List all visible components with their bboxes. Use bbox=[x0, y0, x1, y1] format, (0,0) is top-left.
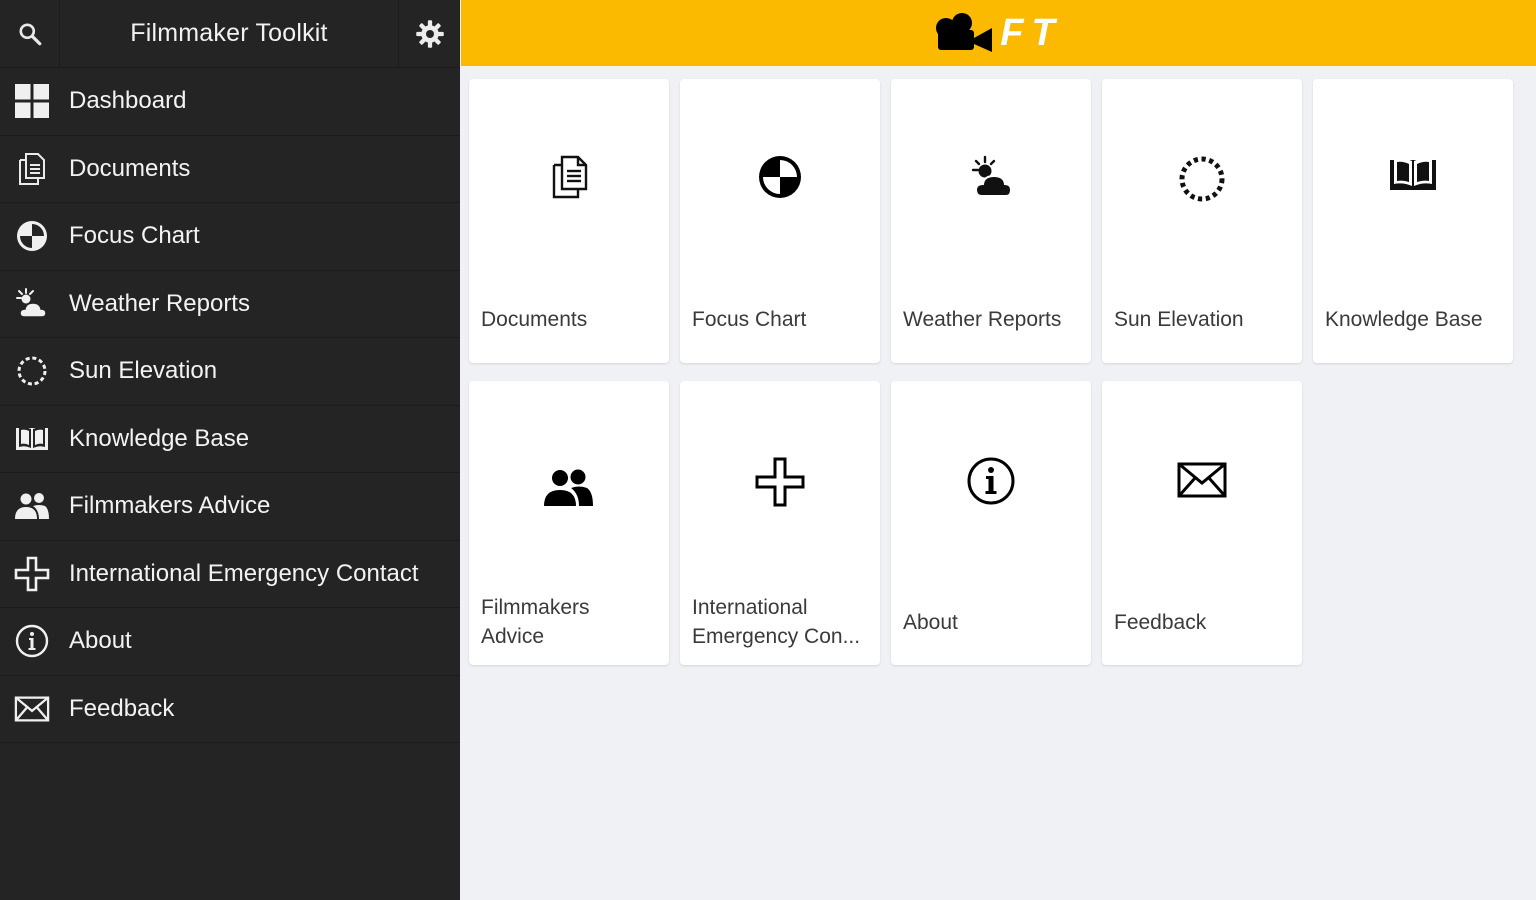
tile-label-line: Filmmakers bbox=[481, 596, 590, 619]
envelope-icon bbox=[1102, 456, 1302, 501]
app-logo: FT bbox=[934, 12, 1062, 55]
tile-label: Weather Reports bbox=[903, 308, 1062, 331]
tile-label: Focus Chart bbox=[692, 308, 807, 331]
people-icon bbox=[469, 456, 669, 512]
app-title: Filmmaker Toolkit bbox=[130, 19, 328, 47]
tile-weather-reports[interactable]: Weather Reports bbox=[891, 79, 1091, 363]
sun-icon bbox=[14, 353, 50, 389]
movie-camera-icon bbox=[936, 13, 993, 52]
sidebar-item-focus-chart[interactable]: Focus Chart bbox=[0, 203, 460, 271]
sidebar-item-feedback[interactable]: Feedback bbox=[0, 676, 460, 743]
cross-icon bbox=[14, 556, 50, 592]
sidebar-item-label: Focus Chart bbox=[69, 222, 200, 250]
sidebar-item-label: Weather Reports bbox=[69, 289, 250, 317]
tile-label-line: Advice bbox=[481, 625, 545, 648]
drawer-header: Filmmaker Toolkit bbox=[0, 0, 460, 68]
cross-icon bbox=[680, 456, 880, 508]
tile-label: Filmmakers Advice bbox=[481, 593, 659, 651]
logo-text: FT bbox=[1000, 11, 1063, 54]
settings-button[interactable] bbox=[398, 0, 460, 68]
tile-sun-elevation[interactable]: Sun Elevation bbox=[1102, 79, 1302, 363]
tile-label: Documents bbox=[481, 308, 588, 331]
tile-about[interactable]: About bbox=[891, 381, 1091, 665]
focus-chart-icon bbox=[14, 218, 50, 254]
tile-label-line: Emergency Con... bbox=[692, 625, 861, 648]
tile-filmmakers-advice[interactable]: Filmmakers Advice bbox=[469, 381, 669, 665]
documents-icon bbox=[14, 151, 50, 187]
sidebar-item-filmmakers-advice[interactable]: Filmmakers Advice bbox=[0, 473, 460, 541]
tile-international-emergency-contact[interactable]: International Emergency Con... bbox=[680, 381, 880, 665]
grid-icon bbox=[14, 83, 50, 119]
info-icon bbox=[14, 623, 50, 659]
search-icon bbox=[18, 22, 41, 45]
tile-documents[interactable]: Documents bbox=[469, 79, 669, 363]
sidebar-item-label: Filmmakers Advice bbox=[69, 492, 271, 520]
top-app-bar: FT bbox=[461, 0, 1536, 66]
documents-icon bbox=[469, 154, 669, 200]
tile-label: International Emergency Con... bbox=[692, 593, 870, 651]
sidebar-item-documents[interactable]: Documents bbox=[0, 136, 460, 203]
info-icon bbox=[891, 456, 1091, 506]
search-button[interactable] bbox=[0, 0, 60, 68]
sidebar-item-sun-elevation[interactable]: Sun Elevation bbox=[0, 338, 460, 406]
sidebar-item-label: Documents bbox=[69, 154, 191, 182]
navigation-drawer: Filmmaker Toolkit Dashboard Documents Fo… bbox=[0, 0, 460, 900]
book-icon bbox=[1313, 154, 1513, 194]
sidebar-item-label: International Emergency Contact bbox=[69, 559, 419, 587]
sidebar-item-label: Knowledge Base bbox=[69, 424, 250, 452]
weather-icon bbox=[14, 286, 50, 322]
sidebar-item-label: Dashboard bbox=[69, 87, 187, 115]
tile-label-line: International bbox=[692, 596, 808, 619]
tile-focus-chart[interactable]: Focus Chart bbox=[680, 79, 880, 363]
sidebar-item-label: About bbox=[69, 627, 132, 655]
book-icon bbox=[14, 421, 50, 457]
sidebar-item-weather-reports[interactable]: Weather Reports bbox=[0, 271, 460, 338]
people-icon bbox=[14, 488, 50, 524]
sun-icon bbox=[1102, 154, 1302, 204]
gear-icon bbox=[415, 19, 444, 48]
sidebar-item-about[interactable]: About bbox=[0, 608, 460, 676]
sidebar-item-knowledge-base[interactable]: Knowledge Base bbox=[0, 406, 460, 473]
weather-icon bbox=[891, 154, 1091, 200]
sidebar-item-label: Sun Elevation bbox=[69, 357, 218, 385]
sidebar-item-dashboard[interactable]: Dashboard bbox=[0, 68, 460, 136]
tile-label: Sun Elevation bbox=[1114, 308, 1244, 331]
tile-feedback[interactable]: Feedback bbox=[1102, 381, 1302, 665]
focus-chart-icon bbox=[680, 154, 880, 200]
envelope-icon bbox=[14, 691, 50, 727]
tile-label: Feedback bbox=[1114, 611, 1207, 634]
sidebar-item-international-emergency-contact[interactable]: International Emergency Contact bbox=[0, 541, 460, 608]
sidebar-item-label: Feedback bbox=[69, 694, 175, 722]
tile-knowledge-base[interactable]: Knowledge Base bbox=[1313, 79, 1513, 363]
tile-label: About bbox=[903, 611, 958, 634]
tile-label: Knowledge Base bbox=[1325, 308, 1483, 331]
